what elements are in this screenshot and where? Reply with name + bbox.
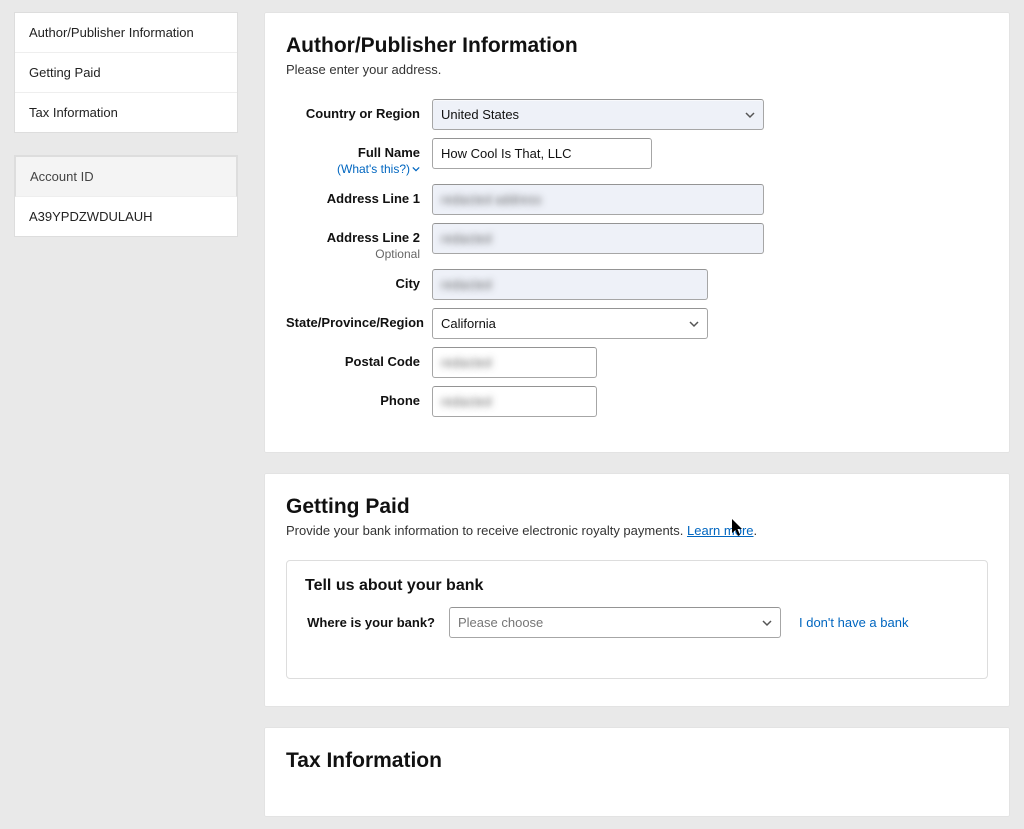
chevron-down-icon: [745, 110, 755, 120]
addr2-sublabel: Optional: [286, 247, 420, 261]
author-info-title: Author/Publisher Information: [286, 34, 988, 58]
account-id-value: A39YPDZWDULAUH: [15, 197, 237, 236]
chevron-down-icon: [412, 165, 420, 173]
getting-paid-card: Getting Paid Provide your bank informati…: [264, 473, 1010, 707]
bank-subcard-title: Tell us about your bank: [305, 577, 969, 595]
addr1-label: Address Line 1: [286, 184, 432, 206]
postal-label: Postal Code: [286, 347, 432, 369]
sidebar-item-tax-info[interactable]: Tax Information: [15, 93, 237, 132]
postal-input[interactable]: redacted: [432, 347, 597, 378]
fullname-label: Full Name: [358, 145, 420, 160]
tax-info-card: Tax Information: [264, 727, 1010, 817]
state-label: State/Province/Region: [286, 308, 432, 330]
getting-paid-title: Getting Paid: [286, 495, 988, 519]
bank-location-value: Please choose: [458, 615, 543, 630]
getting-paid-subtitle: Provide your bank information to receive…: [286, 523, 988, 538]
sidebar-nav: Author/Publisher Information Getting Pai…: [14, 12, 238, 133]
bank-location-label: Where is your bank?: [305, 615, 439, 630]
phone-label: Phone: [286, 386, 432, 408]
sidebar-item-author-info[interactable]: Author/Publisher Information: [15, 13, 237, 53]
account-id-label: Account ID: [15, 156, 237, 197]
country-select[interactable]: United States: [432, 99, 764, 130]
country-label: Country or Region: [286, 99, 432, 121]
city-input[interactable]: redacted: [432, 269, 708, 300]
bank-location-select[interactable]: Please choose: [449, 607, 781, 638]
account-id-box: Account ID A39YPDZWDULAUH: [14, 155, 238, 237]
chevron-down-icon: [762, 618, 772, 628]
chevron-down-icon: [689, 319, 699, 329]
sidebar-item-getting-paid[interactable]: Getting Paid: [15, 53, 237, 93]
addr2-label: Address Line 2: [327, 230, 420, 245]
fullname-help-link[interactable]: (What's this?): [337, 162, 420, 176]
tax-info-title: Tax Information: [286, 749, 988, 773]
addr1-input[interactable]: redacted address: [432, 184, 764, 215]
fullname-input[interactable]: [432, 138, 652, 169]
learn-more-link[interactable]: Learn more: [687, 523, 753, 538]
country-select-value: United States: [441, 107, 519, 122]
state-select-value: California: [441, 316, 496, 331]
city-label: City: [286, 269, 432, 291]
addr2-input[interactable]: redacted: [432, 223, 764, 254]
no-bank-link[interactable]: I don't have a bank: [799, 615, 908, 630]
author-info-subtitle: Please enter your address.: [286, 62, 988, 77]
author-info-card: Author/Publisher Information Please ente…: [264, 12, 1010, 453]
state-select[interactable]: California: [432, 308, 708, 339]
phone-input[interactable]: redacted: [432, 386, 597, 417]
bank-subcard: Tell us about your bank Where is your ba…: [286, 560, 988, 679]
